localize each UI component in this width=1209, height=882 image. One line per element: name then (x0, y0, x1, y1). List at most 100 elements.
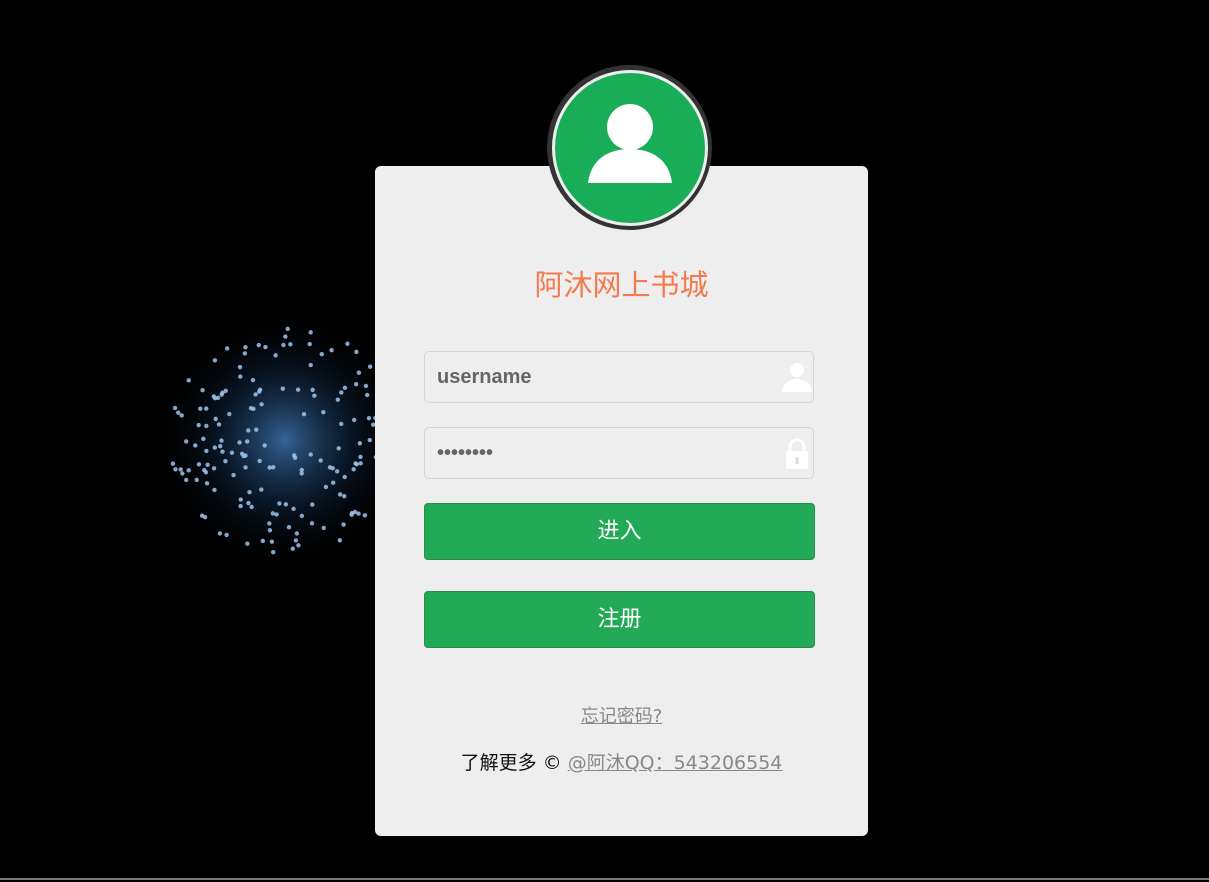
firework-particle (217, 531, 223, 536)
firework-particle (323, 484, 329, 490)
firework-particle (213, 416, 218, 422)
firework-particle (308, 452, 313, 457)
firework-particle (283, 502, 289, 507)
firework-particle (219, 392, 224, 397)
firework-particle (319, 351, 324, 357)
username-input[interactable] (437, 352, 777, 402)
firework-particle (259, 402, 264, 407)
firework-particle (186, 378, 191, 383)
firework-particle (212, 358, 218, 363)
firework-particle (267, 465, 272, 470)
firework-particle (267, 528, 273, 533)
firework-particle (366, 415, 372, 421)
firework-particle (329, 347, 334, 353)
firework-particle (299, 467, 304, 473)
firework-particle (203, 470, 209, 475)
firework-particle (285, 326, 290, 332)
firework-particle (353, 461, 358, 466)
firework-particle (183, 439, 189, 444)
app-title: 阿沐网上书城 (534, 268, 709, 302)
firework-particle (242, 351, 248, 356)
firework-particle (281, 342, 286, 348)
firework-particle (202, 514, 208, 520)
firework-particle (312, 393, 317, 398)
lock-icon (786, 438, 808, 469)
firework-particle (184, 477, 189, 483)
firework-particle (250, 377, 256, 383)
register-button[interactable]: 注册 (424, 591, 815, 648)
firework-particle (259, 487, 264, 492)
firework-particle (198, 406, 203, 411)
firework-particle (288, 342, 293, 347)
firework-particle (342, 474, 347, 480)
firework-particle (201, 436, 206, 442)
firework-particle (223, 458, 228, 464)
firework-particle (220, 449, 225, 454)
firework-particle (301, 412, 307, 417)
firework-particle (308, 330, 313, 335)
firework-particle (310, 502, 315, 507)
firework-particle (219, 438, 224, 443)
firework-particle (351, 467, 356, 472)
firework-particle (212, 487, 217, 493)
firework-particle (263, 344, 268, 350)
firework-particles (155, 310, 410, 570)
firework-particle (204, 423, 209, 429)
firework-particle (345, 341, 350, 346)
firework-particle (173, 467, 178, 472)
firework-particle (216, 422, 222, 427)
firework-particle (321, 410, 326, 415)
firework-particle (293, 538, 299, 543)
firework-particle (260, 538, 266, 544)
firework-particle (178, 467, 183, 472)
firework-particle (204, 448, 209, 454)
firework-particle (180, 471, 185, 476)
firework-particle (229, 450, 235, 455)
firework-particle (330, 480, 336, 485)
firework-particle (290, 546, 295, 551)
firework-particle (193, 443, 198, 448)
firework-particle (351, 417, 357, 423)
firework-particle (309, 521, 315, 526)
firework-particle (294, 531, 300, 536)
firework-particle (243, 345, 248, 350)
firework-particle (367, 437, 372, 443)
firework-particle (286, 524, 292, 530)
firework-particle (310, 387, 315, 393)
firework-particle (307, 341, 312, 347)
user-avatar-icon (588, 104, 672, 183)
firework-particle (194, 477, 199, 483)
firework-particle (172, 405, 178, 411)
firework-particle (364, 392, 370, 398)
firework-particle (308, 362, 313, 368)
forgot-password-link[interactable]: 忘记密码? (581, 706, 663, 727)
firework-particle (267, 521, 272, 526)
login-button[interactable]: 进入 (424, 503, 815, 560)
firework-particle (237, 440, 242, 445)
firework-particle (296, 543, 301, 548)
firework-particle (249, 504, 254, 510)
firework-particle (256, 342, 261, 348)
firework-particle (336, 446, 341, 451)
password-field[interactable] (424, 427, 814, 479)
firework-particle (204, 481, 210, 486)
firework-particle (335, 397, 341, 402)
firework-particle (321, 525, 326, 531)
password-input[interactable] (437, 428, 777, 478)
firework-particle (204, 406, 209, 411)
firework-particle (245, 541, 250, 546)
firework-particle (238, 503, 243, 509)
firework-particle (334, 469, 340, 474)
firework-particle (186, 468, 191, 473)
firework-particle (339, 421, 344, 427)
username-field[interactable] (424, 351, 814, 403)
firework-particle (196, 462, 202, 467)
qq-contact-link[interactable]: @阿沐QQ：543206554 (568, 752, 783, 774)
firework-particle (254, 427, 259, 432)
firework-particle (342, 493, 347, 499)
firework-particle (295, 387, 301, 392)
firework-particle (179, 413, 184, 418)
firework-particle (248, 406, 254, 411)
avatar (555, 73, 705, 223)
firework-particle (367, 364, 373, 369)
